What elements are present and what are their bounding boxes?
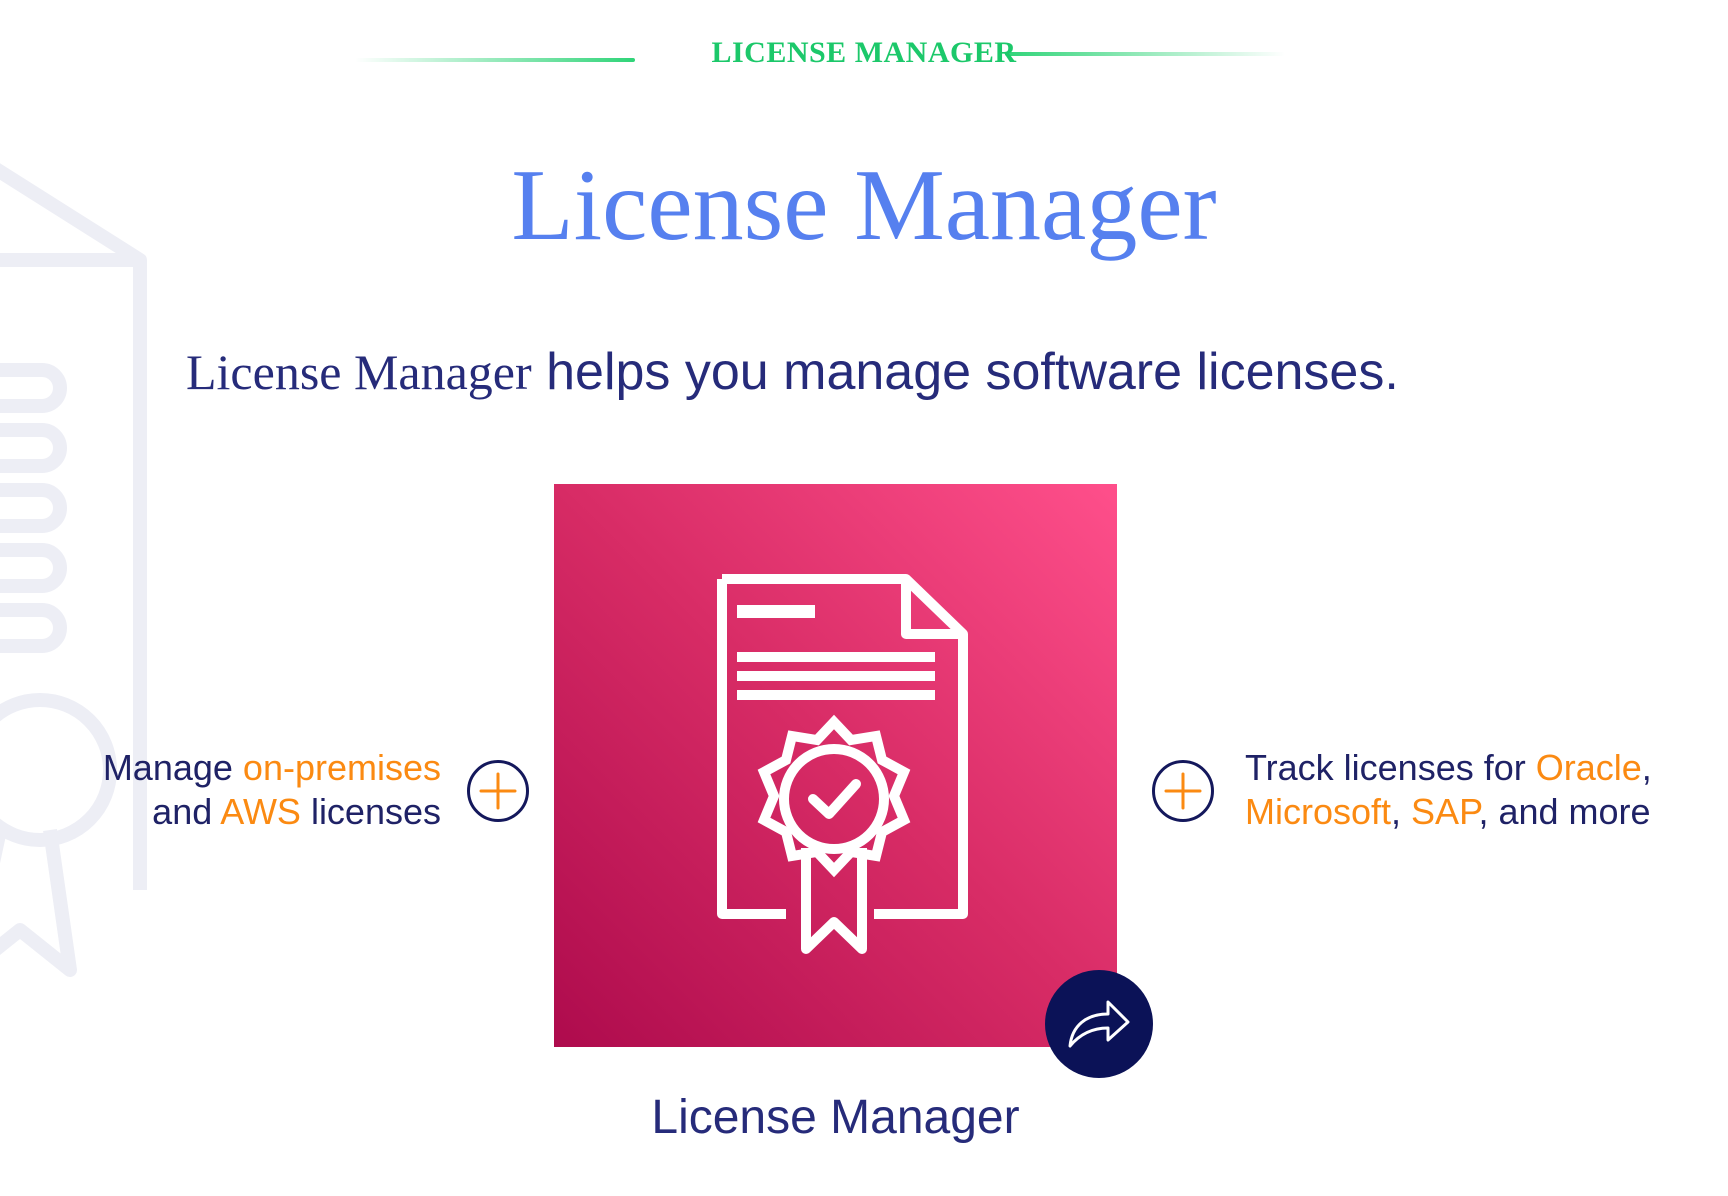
- feature-text-part: ,: [1391, 791, 1412, 832]
- share-arrow-icon: [1068, 1000, 1130, 1048]
- feature-highlight: Oracle: [1535, 747, 1642, 788]
- section-eyebrow: LICENSE MANAGER: [711, 36, 1017, 69]
- share-button[interactable]: [1045, 970, 1153, 1078]
- feature-highlight: AWS: [220, 791, 301, 832]
- page-subtitle: License Manager helps you manage softwar…: [186, 342, 1399, 402]
- feature-text-part: licenses: [300, 791, 441, 832]
- expand-left-feature-button[interactable]: [467, 760, 529, 822]
- feature-text-part: , and more: [1478, 791, 1651, 832]
- feature-highlight: Microsoft: [1245, 791, 1392, 832]
- plus-icon: [1164, 772, 1202, 810]
- subtitle-description: helps you manage software licenses.: [531, 343, 1399, 401]
- page-title: License Manager: [511, 149, 1217, 262]
- service-name-label: License Manager: [651, 1091, 1020, 1144]
- feature-track-licenses-text: Track licenses for Oracle, Microsoft, SA…: [1245, 746, 1725, 834]
- license-manager-service-tile[interactable]: [554, 484, 1117, 1047]
- feature-text-part: and: [152, 791, 221, 832]
- expand-right-feature-button[interactable]: [1152, 760, 1214, 822]
- feature-text-part: Track licenses for: [1245, 747, 1536, 788]
- feature-on-premises-text: Manage on-premises and AWS licenses: [40, 746, 441, 834]
- feature-text-part: Manage: [102, 747, 243, 788]
- plus-icon: [479, 772, 517, 810]
- feature-highlight: SAP: [1411, 791, 1479, 832]
- subtitle-service-name: License Manager: [186, 344, 532, 400]
- feature-highlight: on-premises: [242, 747, 441, 788]
- license-certificate-icon: [717, 574, 968, 954]
- feature-text-part: ,: [1641, 747, 1652, 788]
